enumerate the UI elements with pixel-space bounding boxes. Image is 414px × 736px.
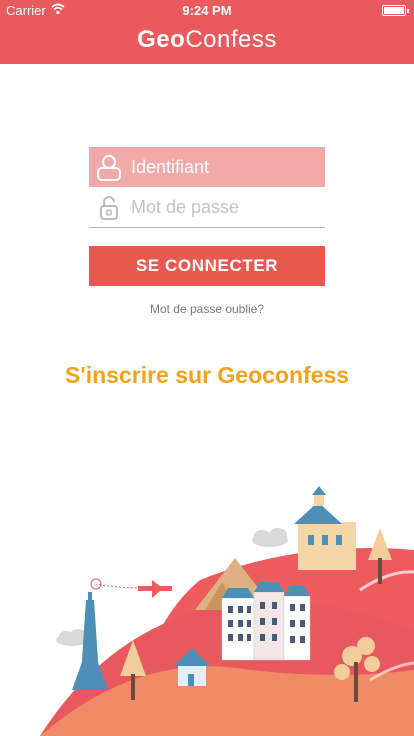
clock: 9:24 PM	[182, 3, 232, 18]
password-input[interactable]	[129, 187, 319, 228]
login-button[interactable]: SE CONNECTER	[89, 246, 325, 286]
padlock-icon	[89, 188, 129, 228]
app-title-confess: Confess	[185, 26, 277, 53]
forgot-password-link[interactable]: Mot de passe oublie?	[0, 302, 414, 316]
status-bar: Carrier 9:24 PM	[0, 0, 414, 20]
username-field[interactable]	[89, 147, 325, 187]
city-illustration	[40, 486, 414, 736]
app-title-geo: Geo	[137, 26, 186, 53]
navigation-bar: GeoConfess	[0, 20, 414, 64]
username-input[interactable]	[129, 147, 319, 187]
password-field[interactable]	[89, 187, 325, 228]
battery-icon	[382, 5, 409, 16]
signup-link[interactable]: S'inscrire sur Geoconfess	[0, 362, 414, 389]
user-icon	[89, 147, 129, 187]
cloud	[252, 528, 288, 547]
